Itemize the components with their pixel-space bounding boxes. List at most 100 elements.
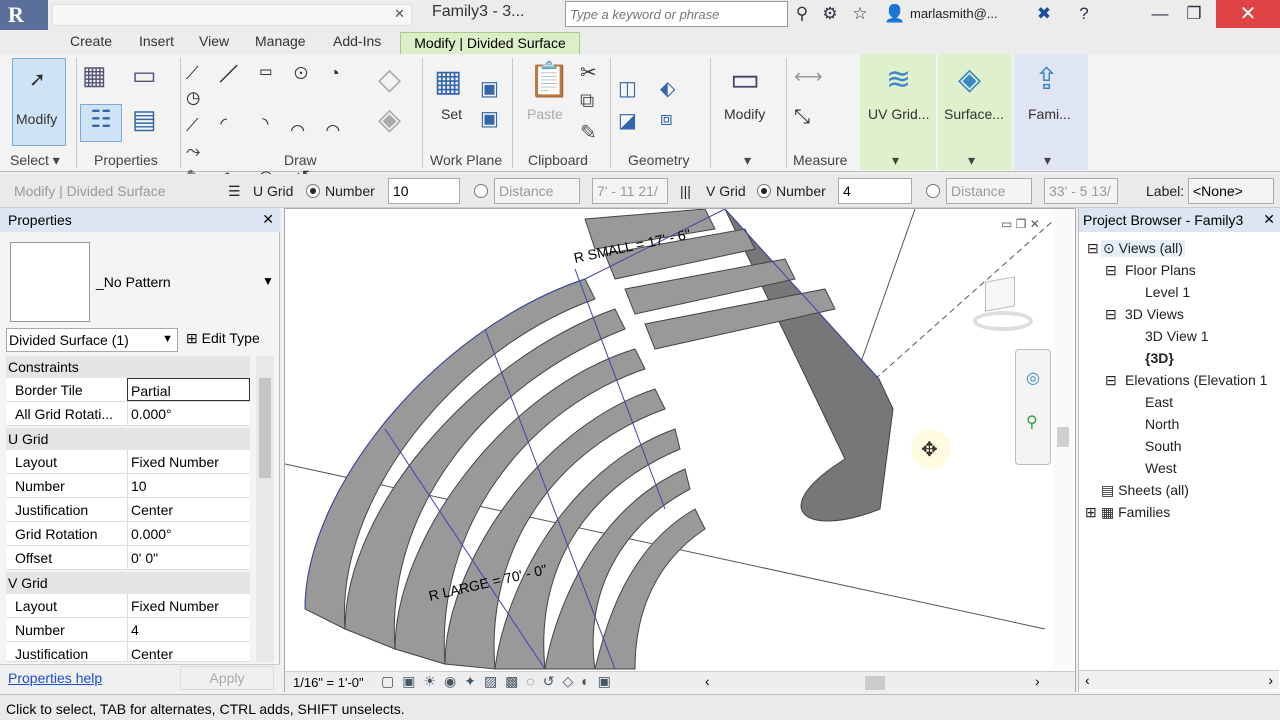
user-name[interactable]: marlasmith@... bbox=[910, 6, 998, 21]
collapse-icon[interactable]: ⊟ bbox=[1087, 240, 1099, 257]
quick-access-toolbar[interactable]: ✕ bbox=[52, 4, 412, 26]
collapse-icon[interactable]: ⊟ bbox=[1105, 372, 1117, 389]
u-distance-radio[interactable] bbox=[474, 184, 488, 198]
prop-value[interactable]: 4 bbox=[127, 618, 250, 641]
type-name[interactable]: _No Pattern bbox=[96, 274, 171, 290]
v-distance-select[interactable]: Distance bbox=[946, 178, 1032, 204]
paste-button[interactable]: Paste bbox=[527, 106, 563, 122]
modify-tools-button[interactable]: Modify bbox=[724, 106, 765, 122]
tab-manage[interactable]: Manage bbox=[255, 33, 306, 49]
user-icon[interactable]: 👤 bbox=[884, 4, 905, 24]
label-select[interactable]: <None> bbox=[1188, 178, 1274, 204]
prop-row[interactable]: Offset 0' 0" bbox=[6, 546, 250, 570]
v-number-radio[interactable] bbox=[757, 184, 771, 198]
prop-row[interactable]: Layout Fixed Number bbox=[6, 594, 250, 618]
cut-icon[interactable]: ✂ bbox=[580, 60, 597, 85]
unjoin-icon[interactable]: ◪ bbox=[618, 108, 637, 133]
tab-view[interactable]: View bbox=[199, 33, 229, 49]
prop-value[interactable]: Fixed Number bbox=[127, 594, 250, 617]
prop-row[interactable]: Justification Center bbox=[6, 498, 250, 522]
u-number-radio[interactable] bbox=[306, 184, 320, 198]
scroll-left-icon[interactable]: ‹ bbox=[705, 673, 710, 689]
window-close-button[interactable]: ✕ bbox=[1216, 0, 1280, 28]
close-icon[interactable]: ✕ bbox=[1263, 211, 1275, 228]
section-constraints[interactable]: Constraints bbox=[6, 356, 250, 378]
search-input[interactable]: Type a keyword or phrase bbox=[565, 1, 788, 27]
modify-button[interactable]: ➚ Modify bbox=[12, 58, 66, 146]
modify-dropdown-icon[interactable]: ▾ bbox=[744, 152, 751, 169]
edit-type-button[interactable]: ⊞ Edit Type bbox=[186, 330, 260, 347]
tree-elevations[interactable]: Elevations (Elevation 1 bbox=[1125, 372, 1277, 388]
prop-value[interactable]: Partial bbox=[127, 378, 250, 401]
collapse-icon[interactable]: ⊟ bbox=[1105, 262, 1117, 279]
tree-level-1[interactable]: Level 1 bbox=[1145, 284, 1190, 300]
v-number-input[interactable]: 4 bbox=[838, 178, 912, 204]
form-icons[interactable]: ◇ ◈ bbox=[378, 60, 418, 140]
minimize-icon[interactable]: — bbox=[1150, 4, 1170, 24]
tree-families[interactable]: ▦ Families bbox=[1101, 504, 1170, 521]
tree-3d-default[interactable]: {3D} bbox=[1145, 350, 1174, 366]
properties-help-link[interactable]: Properties help bbox=[8, 670, 102, 686]
uv-grid-dropdown-icon[interactable]: ▾ bbox=[892, 152, 899, 169]
view-cube[interactable] bbox=[963, 271, 1033, 335]
steering-wheel-icon[interactable]: ◎ bbox=[1026, 368, 1040, 388]
prop-value[interactable]: 0.000° bbox=[127, 402, 250, 425]
tree-floor-plans[interactable]: Floor Plans bbox=[1125, 262, 1196, 278]
subscription-icon[interactable]: ⚙ bbox=[820, 4, 840, 24]
close-icon[interactable]: ✕ bbox=[262, 211, 274, 228]
scroll-left-icon[interactable]: ‹ bbox=[1085, 672, 1090, 688]
surface-button[interactable]: Surface... bbox=[944, 106, 1004, 122]
scale-selector[interactable]: 1/16" = 1'-0" bbox=[293, 675, 364, 690]
type-filter-select[interactable]: Divided Surface (1) ▼ bbox=[6, 328, 178, 352]
tree-east[interactable]: East bbox=[1145, 394, 1173, 410]
prop-row[interactable]: Layout Fixed Number bbox=[6, 450, 250, 474]
browser-hscrollbar[interactable]: ‹ › bbox=[1079, 670, 1279, 690]
u-distance-input[interactable]: 7' - 11 21/ bbox=[592, 178, 668, 204]
prop-row[interactable]: Border Tile Partial bbox=[6, 378, 250, 402]
copy-icon[interactable]: ⧉ bbox=[580, 90, 594, 113]
family-types-icon[interactable]: ▭ bbox=[132, 60, 172, 96]
vertical-scrollbar[interactable] bbox=[1053, 209, 1073, 669]
tab-addins[interactable]: Add-Ins bbox=[333, 33, 381, 49]
options-menu-icon[interactable]: ☰ bbox=[228, 183, 241, 200]
prop-row[interactable]: Grid Rotation 0.000° bbox=[6, 522, 250, 546]
type-properties-icon[interactable]: ▦ bbox=[82, 60, 122, 96]
collapse-icon[interactable]: ⊟ bbox=[1105, 306, 1117, 323]
close-icon[interactable]: ✕ bbox=[394, 6, 405, 22]
zoom-icon[interactable]: ⚲ bbox=[1026, 412, 1038, 432]
uv-grid-button[interactable]: UV Grid... bbox=[868, 106, 929, 122]
tree-3d-views[interactable]: 3D Views bbox=[1125, 306, 1184, 322]
prop-row[interactable]: Number 10 bbox=[6, 474, 250, 498]
binoculars-icon[interactable]: ⚲ bbox=[792, 4, 812, 24]
section-v-grid[interactable]: V Grid bbox=[6, 572, 250, 594]
v-distance-input[interactable]: 33' - 5 13/ bbox=[1044, 178, 1118, 204]
draw-tools[interactable]: ⟋ ╱ ▭ ⊙ ◔ ◷⟋ ◜ ◝ ⌒ ⌒ ⤳✎ ∿ ◉ ↺ ⤳ ● bbox=[186, 60, 362, 213]
measure-distance-icon[interactable]: ⟷ bbox=[794, 64, 823, 89]
show-workplane-icon[interactable]: ▣ bbox=[480, 76, 499, 101]
tree-3d-view-1[interactable]: 3D View 1 bbox=[1145, 328, 1209, 344]
grid-icon[interactable]: ▤ bbox=[132, 104, 172, 142]
navigation-bar[interactable]: ◎ ⚲ bbox=[1015, 349, 1051, 465]
v-distance-radio[interactable] bbox=[926, 184, 940, 198]
tree-sheets[interactable]: ▤ Sheets (all) bbox=[1101, 482, 1189, 499]
cut-geometry-icon[interactable]: ⬖ bbox=[660, 76, 675, 101]
prop-row[interactable]: Number 4 bbox=[6, 618, 250, 642]
prop-value[interactable]: 10 bbox=[127, 474, 250, 497]
prop-value[interactable]: 0.000° bbox=[127, 522, 250, 545]
tab-modify-divided-surface[interactable]: Modify | Divided Surface bbox=[400, 32, 580, 54]
surface-dropdown-icon[interactable]: ▾ bbox=[968, 152, 975, 169]
help-icon[interactable]: ? bbox=[1074, 4, 1094, 24]
horizontal-scroll-thumb[interactable] bbox=[865, 676, 885, 690]
restore-icon[interactable]: ❐ bbox=[1184, 4, 1204, 24]
prop-value[interactable]: Center bbox=[127, 642, 250, 661]
tree-north[interactable]: North bbox=[1145, 416, 1179, 432]
tab-create[interactable]: Create bbox=[70, 33, 112, 49]
set-button[interactable]: Set bbox=[441, 106, 462, 122]
tree-south[interactable]: South bbox=[1145, 438, 1182, 454]
join-icon[interactable]: ◫ bbox=[618, 76, 637, 101]
properties-toggle-button[interactable]: ☷ bbox=[80, 104, 122, 142]
divided-surface-drawing[interactable]: R SMALL = 17' - 6" R LARGE = 70' - 0" ✥ bbox=[284, 208, 1075, 671]
section-u-grid[interactable]: U Grid bbox=[6, 428, 250, 450]
drawing-area[interactable]: R SMALL = 17' - 6" R LARGE = 70' - 0" ✥ … bbox=[284, 208, 1076, 693]
tab-insert[interactable]: Insert bbox=[139, 33, 174, 49]
